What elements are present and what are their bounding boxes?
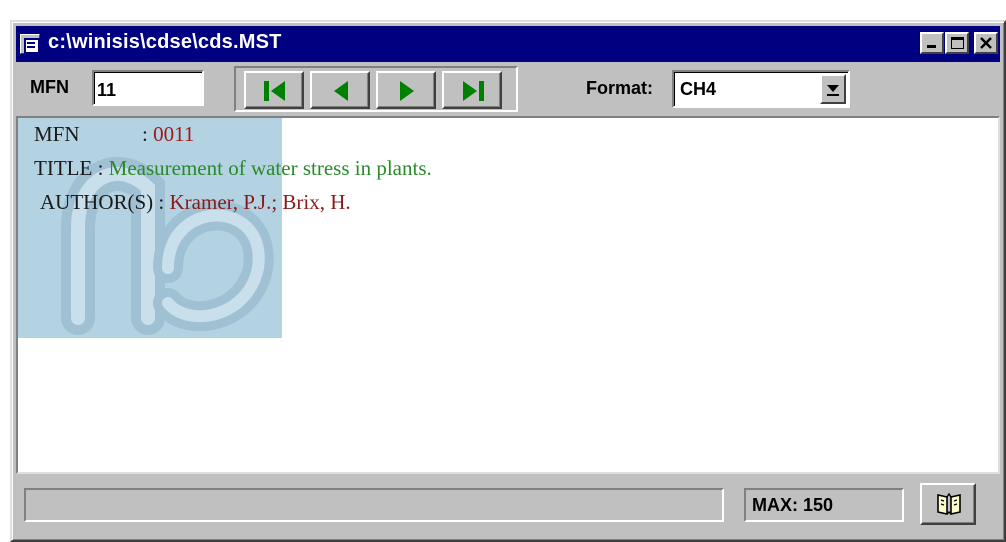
last-record-icon (463, 81, 484, 101)
status-bar: MAX: 150 (16, 478, 1000, 538)
first-record-button[interactable] (244, 71, 304, 109)
minimize-button[interactable] (920, 32, 944, 54)
window-icon[interactable] (20, 34, 40, 54)
record-title-value: Measurement of water stress in plants. (108, 156, 432, 180)
isis-logo-watermark (18, 118, 282, 338)
record-mfn-value: 0011 (153, 122, 195, 146)
chevron-down-icon (827, 85, 839, 96)
record-mfn-sep: : (142, 122, 154, 146)
format-value: CH4 (680, 79, 717, 99)
title-bar[interactable]: c:\winisis\cdse\cds.MST (16, 26, 1000, 62)
mfn-label: MFN (30, 77, 69, 97)
status-message (24, 488, 724, 522)
record-display[interactable]: MFN : 0011 TITLE : Measurement of water … (16, 116, 1000, 474)
record-title-label: TITLE (34, 156, 93, 180)
record-title-sep: : (97, 156, 109, 180)
record-author-line: AUTHOR(S) : Kramer, P.J.; Brix, H. (40, 190, 351, 215)
main-window: c:\winisis\cdse\cds.MST MFN 11 Format: C… (10, 20, 1006, 542)
next-record-button[interactable] (376, 71, 436, 109)
logo-watermark-icon (61, 156, 274, 335)
record-author-value: Kramer, P.J.; Brix, H. (169, 190, 351, 214)
record-author-label: AUTHOR(S) (40, 190, 154, 214)
max-records-indicator: MAX: 150 (744, 488, 904, 522)
window-title: c:\winisis\cdse\cds.MST (48, 31, 282, 53)
book-icon (937, 492, 961, 515)
record-author-sep: : (158, 190, 170, 214)
first-record-icon (264, 81, 285, 101)
close-icon (980, 37, 992, 49)
maximize-icon (951, 37, 964, 49)
mfn-input[interactable] (92, 70, 204, 106)
next-record-icon (400, 81, 414, 101)
previous-record-button[interactable] (310, 71, 370, 109)
last-record-button[interactable] (442, 71, 502, 109)
record-navigation (234, 66, 518, 112)
record-mfn-line: MFN : 0011 (34, 122, 194, 147)
book-button[interactable] (920, 483, 976, 525)
minimize-icon (927, 45, 936, 48)
maximize-button[interactable] (945, 32, 969, 54)
record-mfn-value-group: : 0011 (142, 122, 194, 147)
format-dropdown-button[interactable] (820, 74, 846, 104)
record-title-line: TITLE : Measurement of water stress in p… (34, 156, 432, 181)
previous-record-icon (334, 81, 348, 101)
record-mfn-label: MFN (34, 122, 80, 146)
format-label: Format: (586, 78, 653, 98)
close-button[interactable] (974, 32, 998, 54)
toolbar: MFN 11 Format: CH4 (16, 64, 1000, 120)
format-select[interactable]: CH4 (672, 70, 850, 108)
